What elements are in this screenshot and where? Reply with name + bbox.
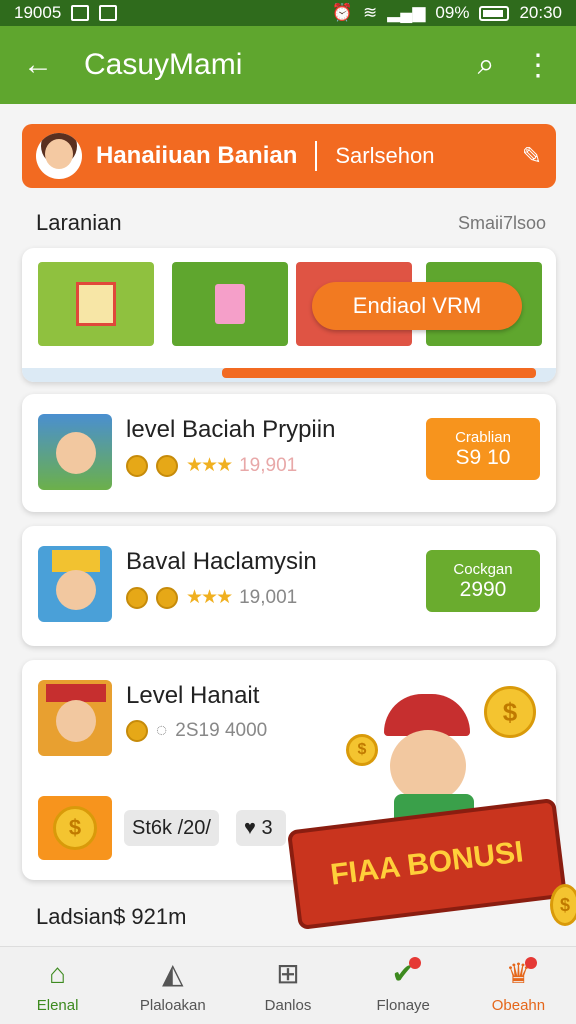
notification-dot xyxy=(524,957,537,969)
item-title: Level Hanait xyxy=(126,682,260,709)
coin-icon xyxy=(156,454,178,477)
app-bar: ← CasuyMami ⌕ ⋮ xyxy=(0,26,576,104)
nav-label: Flonaye xyxy=(376,997,430,1014)
character-thumbnail xyxy=(38,546,112,622)
nav-item-tasks[interactable]: ✔ Flonaye xyxy=(346,947,461,1024)
bonus-promo[interactable]: $ $ FIAA BONUSI $ xyxy=(286,674,576,946)
item-meta: ★★★ 19,001 xyxy=(126,586,297,609)
status-bar: 19005 ⏰ ≋ ▂▄▆ 09% 20:30 xyxy=(0,0,576,26)
signal-icon: ▂▄▆ xyxy=(387,3,426,22)
stock-chip[interactable]: St6k /20/ xyxy=(124,810,219,846)
item-count: 19,001 xyxy=(239,586,298,608)
bottom-navigation: ⌂ Elenal ◭ Plaloakan ⊞ Danlos ✔ Flonaye … xyxy=(0,946,576,1024)
location-pin-icon: ♥ xyxy=(244,816,256,839)
home-icon: ⌂ xyxy=(49,958,67,989)
avatar xyxy=(36,133,82,179)
item-meta: ◌ 2S19 4000 xyxy=(126,720,267,742)
button-sublabel: Cockgan xyxy=(453,560,513,578)
featured-carousel[interactable]: Endiaol VRM xyxy=(22,248,556,382)
item-count: 19,901 xyxy=(239,454,298,476)
image-icon xyxy=(71,5,90,21)
battery-percent: 09% xyxy=(435,3,470,22)
edit-icon[interactable]: ✎ xyxy=(522,142,542,171)
item-count: 2S19 4000 xyxy=(175,720,268,741)
dollar-coin-icon: $ xyxy=(53,806,97,850)
grid-icon: ⊞ xyxy=(276,958,300,989)
trophy-icon: ♛ xyxy=(506,957,537,991)
coin-tile[interactable]: $ xyxy=(38,796,112,860)
nav-label: Plaloakan xyxy=(139,997,206,1014)
status-clock: 20:30 xyxy=(519,3,562,22)
section-title: Laranian xyxy=(36,210,122,235)
list-item[interactable]: level Baciah Prypiin ★★★ 19,901 Crablian… xyxy=(22,394,556,512)
list-item[interactable]: Baval Haclamysin ★★★ 19,001 Cockgan 2990 xyxy=(22,526,556,646)
coin-icon xyxy=(126,720,148,742)
gift-box-icon xyxy=(76,282,116,326)
button-value: S9 10 xyxy=(455,445,511,469)
nav-label: Elenal xyxy=(36,997,79,1014)
section-title: Ladsian$ 921m xyxy=(36,904,187,929)
pin-icon: ◌ xyxy=(156,720,168,741)
divider xyxy=(315,141,318,171)
button-sublabel: Crablian xyxy=(455,428,511,446)
check-icon: ✔ xyxy=(391,957,421,991)
main-content: Hanaiiuan Banian Sarlsehon ✎ Laranian Sm… xyxy=(0,104,576,946)
character-thumbnail xyxy=(38,414,112,490)
carousel-promo-pill[interactable]: Endiaol VRM xyxy=(312,282,522,330)
nav-item-home[interactable]: ⌂ Elenal xyxy=(0,947,115,1024)
wifi-icon: ≋ xyxy=(362,3,378,22)
profile-banner[interactable]: Hanaiiuan Banian Sarlsehon ✎ xyxy=(22,124,556,188)
carousel-tile[interactable] xyxy=(172,262,288,346)
dollar-coin-icon: $ xyxy=(550,884,576,926)
nav-label: Obeahn xyxy=(491,997,546,1014)
app-title: CasuyMami xyxy=(84,48,243,81)
mail-icon xyxy=(99,5,118,21)
item-action-button[interactable]: Cockgan 2990 xyxy=(426,550,540,612)
coin-icon xyxy=(126,454,148,477)
location-chip[interactable]: ♥ 3 xyxy=(236,810,286,846)
nav-item-stats[interactable]: ◭ Plaloakan xyxy=(115,947,230,1024)
nav-label: Danlos xyxy=(264,997,312,1014)
star-rating-icon: ★★★ xyxy=(186,455,233,476)
carousel-tile[interactable] xyxy=(38,262,154,346)
back-arrow-icon[interactable]: ← xyxy=(20,48,56,82)
carousel-progress xyxy=(22,368,556,382)
chip-value: 3 xyxy=(261,816,273,839)
bonus-banner[interactable]: FIAA BONUSI xyxy=(286,797,568,931)
search-icon[interactable]: ⌕ xyxy=(468,48,504,82)
gift-bag-icon xyxy=(215,284,245,324)
status-time: 19005 xyxy=(14,3,62,22)
item-title: Baval Haclamysin xyxy=(126,548,317,575)
character-thumbnail xyxy=(38,680,112,756)
section-header: Laranian Smaii7lsoo xyxy=(36,210,546,236)
alarm-icon: ⏰ xyxy=(331,3,353,22)
banner-action[interactable]: Sarlsehon xyxy=(335,143,522,169)
battery-icon xyxy=(479,5,510,21)
star-rating-icon: ★★★ xyxy=(186,587,233,608)
notification-dot xyxy=(408,957,421,969)
nav-item-trophy[interactable]: ♛ Obeahn xyxy=(461,947,576,1024)
more-icon[interactable]: ⋮ xyxy=(520,48,556,83)
coin-icon xyxy=(156,586,178,609)
section-aux[interactable]: Smaii7lsoo xyxy=(458,213,546,234)
nav-item-grid[interactable]: ⊞ Danlos xyxy=(230,947,345,1024)
item-title: level Baciah Prypiin xyxy=(126,416,336,443)
coin-icon xyxy=(126,586,148,609)
chart-icon: ◭ xyxy=(162,958,184,989)
item-action-button[interactable]: Crablian S9 10 xyxy=(426,418,540,480)
banner-title: Hanaiiuan Banian xyxy=(96,142,298,169)
button-value: 2990 xyxy=(459,577,507,601)
carousel-progress-fill xyxy=(222,368,536,378)
item-meta: ★★★ 19,901 xyxy=(126,454,297,477)
